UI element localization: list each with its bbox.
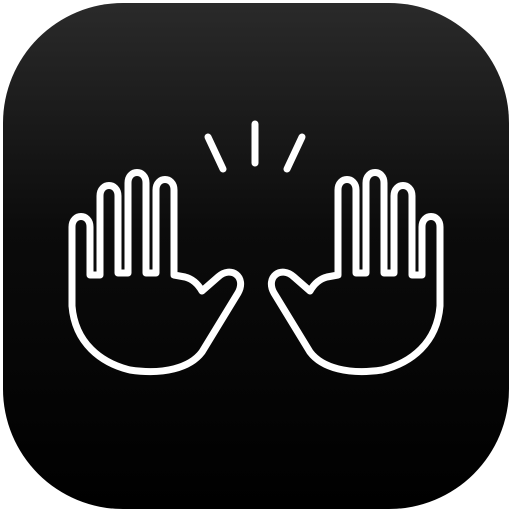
raised-hands-icon <box>3 3 509 509</box>
app-icon-container <box>0 0 512 512</box>
app-icon[interactable] <box>3 3 509 509</box>
icon-background <box>3 3 509 509</box>
